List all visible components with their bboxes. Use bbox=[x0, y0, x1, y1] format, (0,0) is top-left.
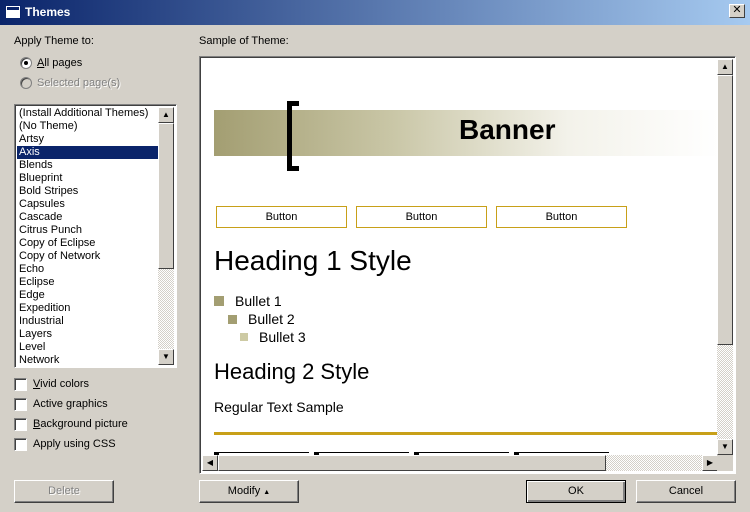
radio-selected-pages-indicator bbox=[20, 77, 32, 89]
theme-list-item[interactable]: Citrus Punch bbox=[17, 224, 160, 237]
radio-selected-pages-label: Selected page(s) bbox=[37, 77, 121, 89]
preview-vertical-scrollbar[interactable]: ▲ ▼ bbox=[717, 59, 733, 455]
close-button[interactable]: ✕ bbox=[729, 4, 745, 18]
background-picture-option[interactable]: Background picture bbox=[14, 416, 128, 432]
radio-all-pages-indicator[interactable] bbox=[20, 57, 32, 69]
radio-all-pages[interactable]: All pages bbox=[20, 55, 82, 71]
sample-heading-1: Heading 1 Style bbox=[214, 245, 412, 276]
modify-button[interactable]: Modify ▲ bbox=[199, 480, 299, 503]
theme-list-scroll-thumb[interactable] bbox=[158, 123, 174, 269]
background-picture-checkbox[interactable] bbox=[14, 417, 27, 431]
apply-css-checkbox[interactable] bbox=[14, 437, 27, 451]
theme-list-item[interactable]: Copy of Eclipse bbox=[17, 237, 160, 250]
bullet-square-icon bbox=[214, 296, 224, 306]
theme-list-scroll-up[interactable]: ▲ bbox=[158, 107, 174, 123]
chevron-up-icon: ▲ bbox=[263, 489, 271, 496]
theme-list-item[interactable]: Layers bbox=[17, 328, 160, 341]
window-title: Themes bbox=[25, 5, 71, 19]
theme-list-item[interactable]: Network bbox=[17, 354, 160, 367]
background-picture-label[interactable]: Background picture bbox=[33, 418, 128, 430]
active-graphics-option[interactable]: Active graphics bbox=[14, 396, 108, 412]
theme-preview: Banner Button Button Button Heading 1 St… bbox=[199, 56, 736, 474]
active-graphics-label[interactable]: Active graphics bbox=[33, 398, 108, 410]
theme-list-item[interactable]: Expedition bbox=[17, 302, 160, 315]
sample-bullet-2: Bullet 2 bbox=[228, 311, 295, 327]
ok-button[interactable]: OK bbox=[526, 480, 626, 503]
banner-bracket bbox=[287, 101, 299, 171]
preview-scroll-up[interactable]: ▲ bbox=[717, 59, 733, 75]
radio-selected-pages: Selected page(s) bbox=[20, 75, 120, 91]
bullet-square-icon bbox=[240, 333, 248, 341]
sample-bullet-2-text: Bullet 2 bbox=[248, 311, 295, 327]
title-bar: Themes ✕ bbox=[0, 0, 750, 25]
sample-heading-2: Heading 2 Style bbox=[214, 359, 370, 384]
theme-list-item[interactable]: (No Theme) bbox=[17, 120, 160, 133]
theme-list-item[interactable]: Eclipse bbox=[17, 276, 160, 289]
theme-list-item[interactable]: Bold Stripes bbox=[17, 185, 160, 198]
window-icon bbox=[5, 5, 21, 19]
theme-list-item[interactable]: Blends bbox=[17, 159, 160, 172]
theme-list-item[interactable]: Echo bbox=[17, 263, 160, 276]
sample-divider bbox=[214, 432, 718, 435]
theme-list-items: (Install Additional Themes) (No Theme) Art… bbox=[17, 107, 160, 367]
preview-scroll-right[interactable]: ▶ bbox=[702, 455, 718, 471]
bullet-square-icon bbox=[228, 314, 237, 324]
theme-list-item[interactable]: Cascade bbox=[17, 211, 160, 224]
sample-bullet-3: Bullet 3 bbox=[240, 329, 306, 345]
theme-list-item[interactable]: Artsy bbox=[17, 133, 160, 146]
theme-list-item[interactable]: Industrial bbox=[17, 315, 160, 328]
theme-list-scroll-down[interactable]: ▼ bbox=[158, 349, 174, 365]
preview-horizontal-thumb[interactable] bbox=[218, 455, 606, 471]
vivid-colors-option[interactable]: Vivid colors bbox=[14, 376, 89, 392]
theme-preview-canvas: Banner Button Button Button Heading 1 St… bbox=[202, 59, 718, 455]
preview-vertical-thumb[interactable] bbox=[717, 75, 733, 345]
theme-list-item[interactable]: Blueprint bbox=[17, 172, 160, 185]
theme-list-item[interactable]: Capsules bbox=[17, 198, 160, 211]
sample-banner-text: Banner bbox=[459, 114, 556, 145]
scroll-corner bbox=[717, 455, 733, 471]
sample-button-1: Button bbox=[216, 206, 347, 228]
theme-list-scrollbar[interactable]: ▲ ▼ bbox=[158, 107, 174, 365]
sample-regular-text: Regular Text Sample bbox=[214, 399, 344, 415]
preview-scroll-left[interactable]: ◀ bbox=[202, 455, 218, 471]
theme-list[interactable]: (Install Additional Themes) (No Theme) Art… bbox=[14, 104, 177, 368]
theme-list-item[interactable]: Level bbox=[17, 341, 160, 354]
vivid-colors-label[interactable]: Vivid colors bbox=[33, 378, 89, 390]
apply-css-label[interactable]: Apply using CSS bbox=[33, 438, 116, 450]
vivid-colors-checkbox[interactable] bbox=[14, 377, 27, 391]
sample-label: Sample of Theme: bbox=[199, 35, 289, 47]
preview-scroll-down[interactable]: ▼ bbox=[717, 439, 733, 455]
sample-bullet-1: Bullet 1 bbox=[214, 293, 282, 309]
modify-button-label: Modify bbox=[227, 485, 261, 497]
cancel-button[interactable]: Cancel bbox=[636, 480, 736, 503]
active-graphics-checkbox[interactable] bbox=[14, 397, 27, 411]
apply-theme-label: Apply Theme to: bbox=[14, 35, 94, 47]
sample-bullet-3-text: Bullet 3 bbox=[259, 329, 306, 345]
apply-css-option[interactable]: Apply using CSS bbox=[14, 436, 116, 452]
delete-button: Delete bbox=[14, 480, 114, 503]
sample-button-3: Button bbox=[496, 206, 627, 228]
radio-all-pages-label[interactable]: All pages bbox=[37, 57, 82, 69]
sample-button-2: Button bbox=[356, 206, 487, 228]
theme-list-item[interactable]: Axis bbox=[17, 146, 160, 159]
theme-list-item[interactable]: Copy of Network bbox=[17, 250, 160, 263]
theme-list-item[interactable]: Edge bbox=[17, 289, 160, 302]
theme-list-item[interactable]: (Install Additional Themes) bbox=[17, 107, 160, 120]
preview-horizontal-scrollbar[interactable]: ◀ ▶ bbox=[202, 455, 718, 471]
sample-bullet-1-text: Bullet 1 bbox=[235, 293, 282, 309]
